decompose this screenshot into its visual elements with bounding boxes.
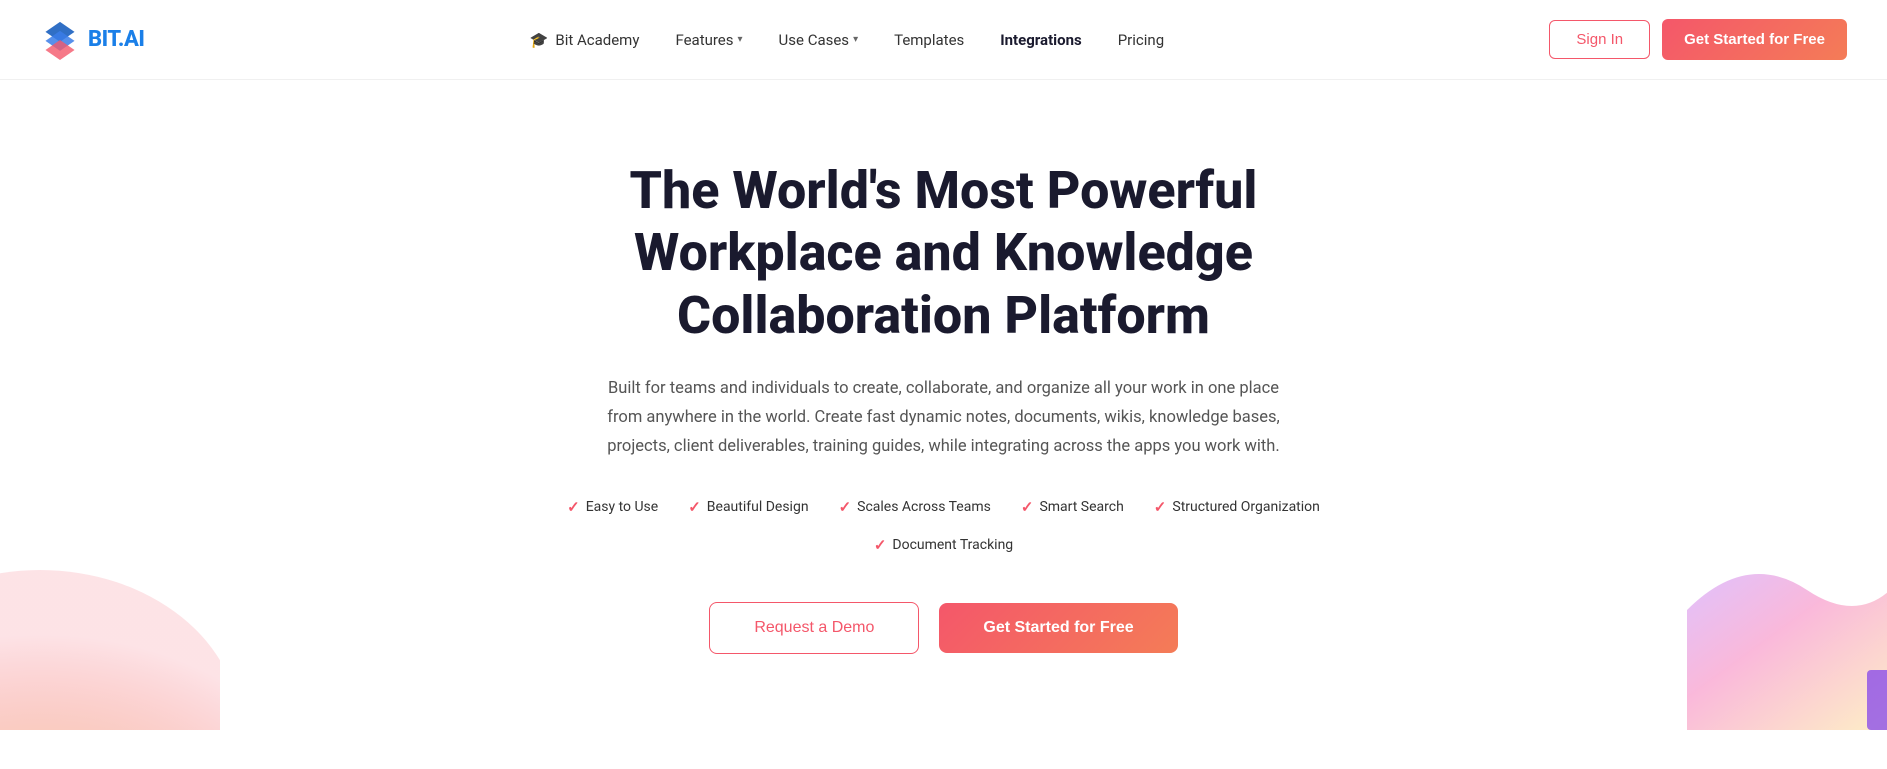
checkmark-icon: ✓ — [839, 498, 852, 516]
nav-link-pricing[interactable]: Pricing — [1118, 31, 1164, 49]
checkmark-icon: ✓ — [1021, 498, 1034, 516]
nav-item-templates[interactable]: Templates — [894, 31, 964, 49]
nav-item-pricing[interactable]: Pricing — [1118, 31, 1164, 49]
hero-section: The World's Most Powerful Workplace and … — [0, 80, 1887, 730]
checkmark-icon: ✓ — [567, 498, 580, 516]
checkmark-icon: ✓ — [688, 498, 701, 516]
nav-item-bit-academy[interactable]: 🎓 Bit Academy — [530, 31, 640, 49]
get-started-hero-button[interactable]: Get Started for Free — [939, 603, 1177, 653]
nav-link-integrations[interactable]: Integrations — [1000, 31, 1081, 49]
get-started-nav-button[interactable]: Get Started for Free — [1662, 19, 1847, 60]
nav-item-features[interactable]: Features ▾ — [675, 31, 742, 49]
checkmark-icon: ✓ — [1154, 498, 1167, 516]
feature-badges: ✓ Easy to Use ✓ Beautiful Design ✓ Scale… — [514, 498, 1374, 554]
badge-scales-across-teams: ✓ Scales Across Teams — [839, 498, 991, 516]
nav-item-use-cases[interactable]: Use Cases ▾ — [779, 31, 859, 49]
nav-links: 🎓 Bit Academy Features ▾ Use Cases ▾ Tem… — [530, 31, 1164, 49]
checkmark-icon: ✓ — [874, 536, 887, 554]
nav-link-features[interactable]: Features ▾ — [675, 31, 742, 49]
nav-link-use-cases[interactable]: Use Cases ▾ — [779, 31, 859, 49]
nav-link-templates[interactable]: Templates — [894, 31, 964, 49]
nav-actions: Sign In Get Started for Free — [1549, 19, 1847, 60]
decorative-blob-right — [1687, 530, 1887, 730]
cta-buttons: Request a Demo Get Started for Free — [514, 602, 1374, 654]
logo[interactable]: BIT.AI — [40, 20, 144, 60]
badge-beautiful-design: ✓ Beautiful Design — [688, 498, 808, 516]
decorative-blob-left — [0, 530, 220, 730]
chevron-down-icon: ▾ — [853, 34, 858, 45]
nav-item-integrations[interactable]: Integrations — [1000, 31, 1081, 49]
badge-document-tracking: ✓ Document Tracking — [874, 536, 1013, 554]
hero-subtitle: Built for teams and individuals to creat… — [594, 375, 1294, 462]
request-demo-button[interactable]: Request a Demo — [709, 602, 919, 654]
badge-structured-organization: ✓ Structured Organization — [1154, 498, 1320, 516]
navbar: BIT.AI 🎓 Bit Academy Features ▾ Use Case… — [0, 0, 1887, 80]
graduation-hat-icon: 🎓 — [530, 31, 549, 49]
hero-content: The World's Most Powerful Workplace and … — [514, 160, 1374, 654]
sign-in-button[interactable]: Sign In — [1549, 20, 1650, 59]
nav-link-bit-academy[interactable]: 🎓 Bit Academy — [530, 31, 640, 49]
hero-title: The World's Most Powerful Workplace and … — [514, 160, 1374, 347]
badge-easy-to-use: ✓ Easy to Use — [567, 498, 658, 516]
chevron-down-icon: ▾ — [738, 34, 743, 45]
logo-brand-text: BIT.AI — [88, 27, 144, 52]
badge-smart-search: ✓ Smart Search — [1021, 498, 1124, 516]
logo-icon — [40, 20, 80, 60]
